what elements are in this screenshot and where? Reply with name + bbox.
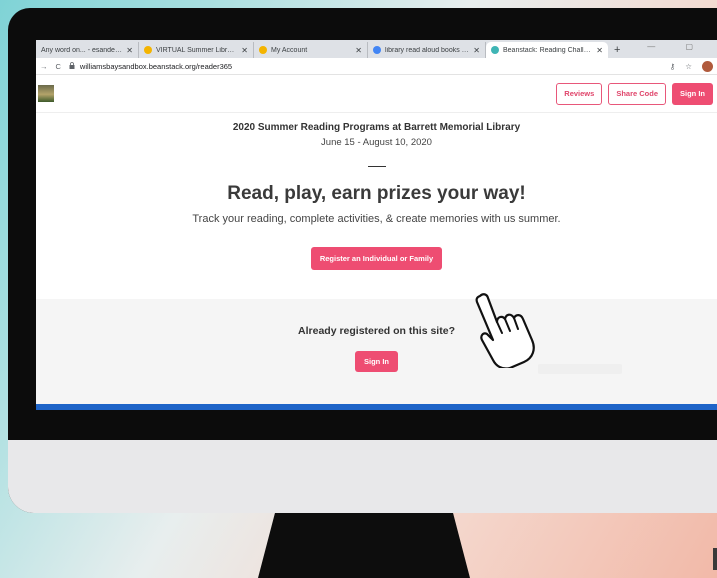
key-icon[interactable]: ⚷: [670, 62, 676, 71]
footer-bar: [36, 404, 717, 410]
close-tab-icon[interactable]: ✕: [473, 46, 480, 55]
header-sign-in-button[interactable]: Sign In: [672, 82, 713, 105]
profile-avatar[interactable]: [702, 60, 713, 72]
reload-icon[interactable]: C: [56, 62, 61, 71]
url-text: williamsbaysandbox.beanstack.org/reader3…: [79, 61, 233, 71]
register-button[interactable]: Register an Individual or Family: [310, 247, 443, 270]
back-icon[interactable]: →: [40, 62, 48, 71]
signin-band: Already registered on this site? Sign In: [36, 299, 717, 404]
tagline: Track your reading, complete activities,…: [192, 213, 561, 225]
favicon-icon: [259, 46, 267, 54]
tab-bar: Any word on... - esanders@wi ✕ VIRTUAL S…: [36, 40, 717, 58]
browser-window: Any word on... - esanders@wi ✕ VIRTUAL S…: [36, 40, 717, 410]
tab-title: library read aloud books for te: [385, 46, 470, 54]
tab-virtual-summer[interactable]: VIRTUAL Summer Library Prog ✕: [139, 42, 254, 58]
pointing-hand-icon: [475, 293, 535, 368]
favicon-icon: [144, 46, 152, 54]
share-code-button[interactable]: Share Code: [608, 82, 666, 105]
window-controls[interactable]: — ▢: [647, 42, 707, 51]
star-icon[interactable]: ☆: [685, 62, 692, 71]
monitor-stand: [258, 513, 470, 578]
already-registered-prompt: Already registered on this site?: [298, 325, 455, 337]
program-title: 2020 Summer Reading Programs at Barrett …: [232, 122, 521, 133]
monitor-chin: [8, 440, 717, 513]
band-sign-in-button[interactable]: Sign In: [355, 351, 398, 372]
tab-title: VIRTUAL Summer Library Prog: [156, 46, 237, 54]
close-tab-icon[interactable]: ✕: [355, 46, 362, 55]
site-header: Reviews Share Code Sign In: [36, 75, 717, 113]
header-actions: Reviews Share Code Sign In: [556, 82, 713, 105]
address-bar: → C williamsbaysandbox.beanstack.org/rea…: [36, 58, 717, 75]
faint-badge: [538, 364, 622, 374]
program-dates: June 15 - August 10, 2020: [321, 137, 432, 148]
close-tab-icon[interactable]: ✕: [596, 46, 603, 55]
tab-beanstack[interactable]: Beanstack: Reading Challenge ✕: [486, 42, 608, 58]
library-logo[interactable]: [38, 85, 54, 102]
new-tab-button[interactable]: +: [608, 42, 626, 58]
google-icon: [373, 46, 381, 54]
tab-title: My Account: [271, 46, 308, 54]
heart-icon: [491, 46, 499, 54]
hero-section: 2020 Summer Reading Programs at Barrett …: [36, 122, 717, 270]
corner-edge: [713, 548, 717, 570]
toolbar-right: ⚷ ☆: [670, 60, 713, 72]
url-field[interactable]: williamsbaysandbox.beanstack.org/reader3…: [69, 62, 232, 71]
lock-icon: [69, 61, 75, 71]
tab-title: Any word on... - esanders@wi: [41, 46, 122, 54]
headline: Read, play, earn prizes your way!: [227, 183, 526, 204]
tab-my-account[interactable]: My Account ✕: [254, 42, 368, 58]
close-tab-icon[interactable]: ✕: [126, 46, 133, 55]
close-tab-icon[interactable]: ✕: [241, 46, 248, 55]
tab-google-search[interactable]: library read aloud books for te ✕: [368, 42, 486, 58]
divider: [367, 166, 386, 167]
reviews-button[interactable]: Reviews: [556, 82, 603, 105]
tab-title: Beanstack: Reading Challenge: [503, 46, 593, 54]
tab-email[interactable]: Any word on... - esanders@wi ✕: [36, 42, 139, 58]
